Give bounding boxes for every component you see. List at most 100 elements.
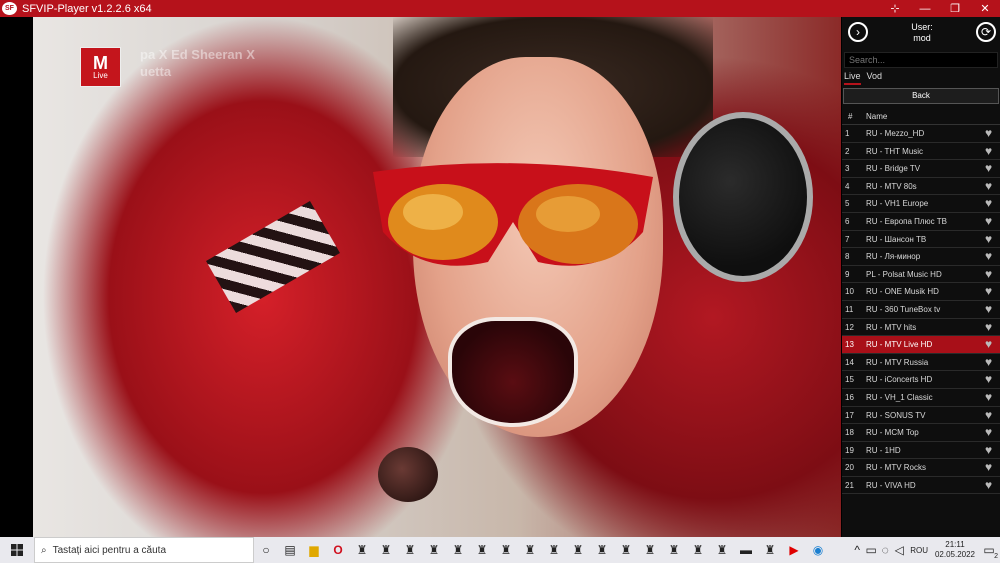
- incognito-app-icon[interactable]: ♜: [542, 537, 566, 563]
- volume-icon[interactable]: ◁: [892, 537, 906, 563]
- channel-row[interactable]: 20 RU - MTV Rocks ♥: [842, 459, 1000, 477]
- favorite-heart-icon[interactable]: ♥: [985, 180, 997, 192]
- favorite-heart-icon[interactable]: ♥: [985, 356, 997, 368]
- search-input[interactable]: [844, 52, 998, 68]
- incognito-app-icon[interactable]: ♜: [614, 537, 638, 563]
- incognito-app-icon[interactable]: ♜: [590, 537, 614, 563]
- close-button[interactable]: ✕: [970, 0, 1000, 17]
- incognito-app-icon[interactable]: ♜: [470, 537, 494, 563]
- youtube-icon[interactable]: ▶: [782, 537, 806, 563]
- channel-row[interactable]: 7 RU - Шансон ТВ ♥: [842, 231, 1000, 249]
- cortana-icon[interactable]: ○: [254, 537, 278, 563]
- favorite-heart-icon[interactable]: ♥: [985, 409, 997, 421]
- chevron-right-icon[interactable]: ›: [848, 22, 868, 42]
- favorite-heart-icon[interactable]: ♥: [985, 233, 997, 245]
- column-name[interactable]: Name: [866, 112, 887, 121]
- channel-row[interactable]: 8 RU - Ля-минор ♥: [842, 248, 1000, 266]
- favorite-heart-icon[interactable]: ♥: [985, 303, 997, 315]
- incognito-app-icon[interactable]: ♜: [518, 537, 542, 563]
- channel-row[interactable]: 2 RU - THT Music ♥: [842, 143, 1000, 161]
- channel-name: RU - MCM Top: [866, 428, 919, 438]
- channel-row[interactable]: 12 RU - MTV hits ♥: [842, 319, 1000, 337]
- channel-row[interactable]: 16 RU - VH_1 Classic ♥: [842, 389, 1000, 407]
- incognito-app-icon[interactable]: ♜: [758, 537, 782, 563]
- minimize-button[interactable]: —: [910, 0, 940, 17]
- incognito-app-icon[interactable]: ♜: [686, 537, 710, 563]
- chevron-up-icon[interactable]: ^: [850, 537, 864, 563]
- incognito-app-icon[interactable]: ♜: [710, 537, 734, 563]
- video-image-mic: [378, 447, 438, 502]
- channel-row[interactable]: 11 RU - 360 TuneBox tv ♥: [842, 301, 1000, 319]
- channel-row[interactable]: 18 RU - MCM Top ♥: [842, 424, 1000, 442]
- channel-row[interactable]: 17 RU - SONUS TV ♥: [842, 407, 1000, 425]
- channel-row[interactable]: 19 RU - 1HD ♥: [842, 442, 1000, 460]
- favorite-heart-icon[interactable]: ♥: [985, 338, 997, 350]
- favorite-heart-icon[interactable]: ♥: [985, 285, 997, 297]
- channel-row[interactable]: 9 PL - Polsat Music HD ♥: [842, 266, 1000, 284]
- incognito-app-icon[interactable]: ♜: [662, 537, 686, 563]
- notification-icon[interactable]: ▭ 2: [978, 537, 1000, 563]
- incognito-app-icon[interactable]: ♜: [494, 537, 518, 563]
- clock[interactable]: 21:11 02.05.2022: [932, 540, 978, 560]
- favorite-heart-icon[interactable]: ♥: [985, 391, 997, 403]
- channel-number: 1: [845, 129, 850, 138]
- incognito-app-icon[interactable]: ♜: [446, 537, 470, 563]
- favorite-heart-icon[interactable]: ♥: [985, 215, 997, 227]
- incognito-app-icon[interactable]: ♜: [638, 537, 662, 563]
- favorite-heart-icon[interactable]: ♥: [985, 461, 997, 473]
- favorite-heart-icon[interactable]: ♥: [985, 162, 997, 174]
- favorite-heart-icon[interactable]: ♥: [985, 479, 997, 491]
- pin-icon[interactable]: ⊹: [880, 0, 910, 17]
- incognito-app-icon[interactable]: ♜: [374, 537, 398, 563]
- language-indicator[interactable]: ROU: [910, 546, 928, 555]
- tab-vod[interactable]: Vod: [867, 71, 883, 85]
- channel-number: 19: [845, 445, 854, 455]
- video-player[interactable]: M Live pa X Ed Sheeran X uetta: [0, 17, 842, 537]
- windows-start-button[interactable]: [0, 537, 34, 563]
- tab-live[interactable]: Live: [844, 71, 861, 85]
- incognito-app-icon[interactable]: ♜: [566, 537, 590, 563]
- search-icon: ⌕: [41, 544, 47, 556]
- favorite-heart-icon[interactable]: ♥: [985, 268, 997, 280]
- maximize-button[interactable]: ❐: [940, 0, 970, 17]
- channel-number: 9: [845, 269, 850, 279]
- channel-row[interactable]: 13 RU - MTV Live HD ♥: [842, 336, 1000, 354]
- channel-logo: M Live: [80, 47, 121, 87]
- favorite-heart-icon[interactable]: ♥: [985, 321, 997, 333]
- battery-icon[interactable]: ▭: [864, 537, 878, 563]
- channel-row[interactable]: 10 RU - ONE Musik HD ♥: [842, 283, 1000, 301]
- favorite-heart-icon[interactable]: ♥: [985, 145, 997, 157]
- channel-row[interactable]: 5 RU - VH1 Europe ♥: [842, 195, 1000, 213]
- column-number[interactable]: #: [848, 112, 852, 121]
- channel-row[interactable]: 3 RU - Bridge TV ♥: [842, 160, 1000, 178]
- channel-row[interactable]: 1 RU - Mezzo_HD ♥: [842, 125, 1000, 143]
- incognito-app-icon[interactable]: ♜: [398, 537, 422, 563]
- file-explorer-icon[interactable]: ▆: [302, 537, 326, 563]
- channel-number: 5: [845, 199, 850, 209]
- network-icon[interactable]: ◌: [878, 537, 892, 563]
- favorite-heart-icon[interactable]: ♥: [985, 426, 997, 438]
- taskbar-search[interactable]: ⌕ Tastați aici pentru a căuta: [34, 537, 254, 563]
- back-button[interactable]: Back: [843, 88, 999, 104]
- channel-row[interactable]: 6 RU - Европа Плюс ТВ ♥: [842, 213, 1000, 231]
- video-overlay-text-1: pa X Ed Sheeran X: [140, 47, 255, 62]
- sfvip-player-icon[interactable]: ◉: [806, 537, 830, 563]
- channel-row[interactable]: 21 RU - VIVA HD ♥: [842, 477, 1000, 495]
- incognito-app-icon[interactable]: ♜: [350, 537, 374, 563]
- favorite-heart-icon[interactable]: ♥: [985, 444, 997, 456]
- opera-icon[interactable]: O: [326, 537, 350, 563]
- incognito-app-icon[interactable]: ♜: [422, 537, 446, 563]
- app-icon: SF: [2, 2, 17, 15]
- favorite-heart-icon[interactable]: ♥: [985, 197, 997, 209]
- favorite-heart-icon[interactable]: ♥: [985, 373, 997, 385]
- channel-row[interactable]: 4 RU - MTV 80s ♥: [842, 178, 1000, 196]
- windows-icon: [11, 544, 23, 556]
- favorite-heart-icon[interactable]: ♥: [985, 127, 997, 139]
- terminal-icon[interactable]: ▬: [734, 537, 758, 563]
- channel-row[interactable]: 15 RU - iConcerts HD ♥: [842, 371, 1000, 389]
- favorite-heart-icon[interactable]: ♥: [985, 250, 997, 262]
- task-view-icon[interactable]: ▤: [278, 537, 302, 563]
- title-bar: SF SFVIP-Player v1.2.2.6 x64 ⊹ — ❐ ✕: [0, 0, 1000, 17]
- channel-row[interactable]: 14 RU - MTV Russia ♥: [842, 354, 1000, 372]
- refresh-icon[interactable]: ⟳: [976, 22, 996, 42]
